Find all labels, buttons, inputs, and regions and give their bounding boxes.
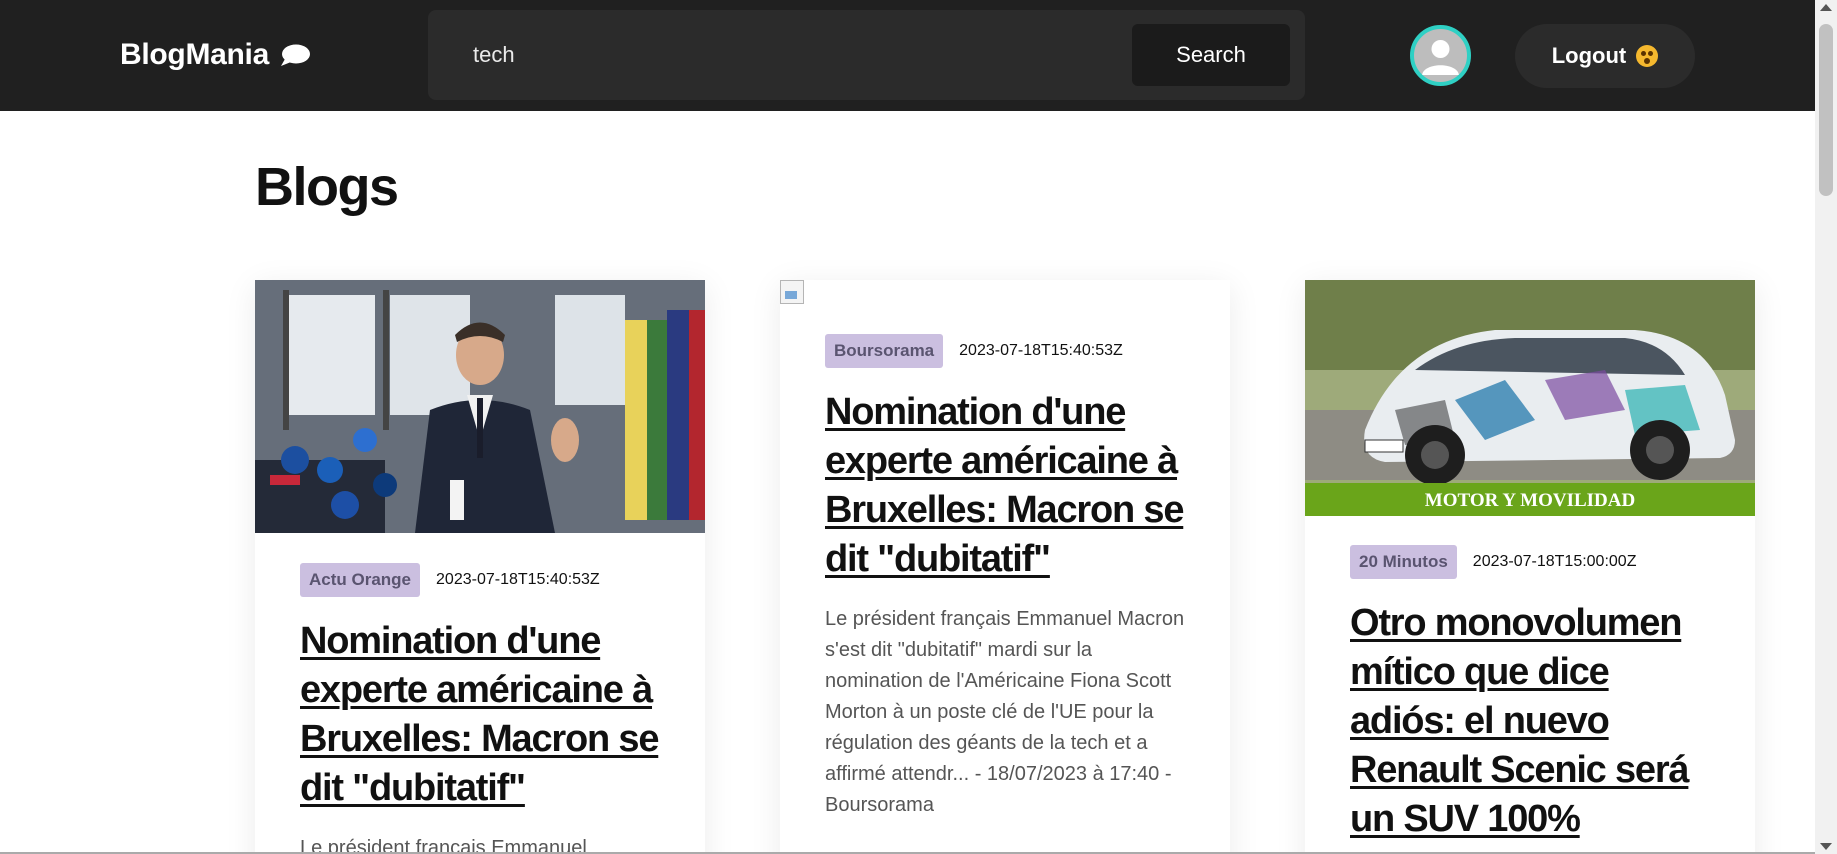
search-bar: Search — [428, 10, 1305, 100]
card-image-electric-suv: MOTOR Y MOVILIDAD — [1305, 280, 1755, 516]
blog-card[interactable]: MOTOR Y MOVILIDAD 20 Minutos 2023-07-18T… — [1305, 280, 1755, 854]
blog-card[interactable]: Actu Orange 2023-07-18T15:40:53Z Nominat… — [255, 280, 705, 854]
source-badge[interactable]: Boursorama — [825, 334, 944, 368]
search-input[interactable] — [428, 10, 1128, 100]
top-navigation-bar: BlogMania Search Logout — [0, 0, 1815, 111]
card-title-link[interactable]: Nomination d'une experte américaine à Br… — [825, 388, 1185, 584]
publish-date: 2023-07-18T15:40:53Z — [436, 571, 600, 588]
card-body: Actu Orange 2023-07-18T15:40:53Z Nominat… — [300, 563, 660, 854]
brand-logo[interactable]: BlogMania — [120, 38, 311, 72]
card-title-link[interactable]: Otro monovolumen mítico que dice adiós: … — [1350, 599, 1710, 854]
source-badge[interactable]: 20 Minutos — [1350, 545, 1457, 579]
card-meta: Actu Orange 2023-07-18T15:40:53Z — [300, 563, 660, 597]
scroll-up-arrow-icon[interactable] — [1820, 4, 1832, 11]
page-title: Blogs — [255, 157, 399, 217]
card-description: Le président français Emmanuel — [300, 837, 587, 854]
logout-label: Logout — [1551, 43, 1627, 68]
flushed-face-emoji-icon — [1636, 45, 1659, 67]
publish-date: 2023-07-18T15:00:00Z — [1472, 553, 1637, 570]
card-image-press-conference — [255, 280, 705, 533]
user-silhouette-icon — [1422, 40, 1459, 75]
source-badge[interactable]: Actu Orange — [300, 563, 421, 597]
card-meta: Boursorama 2023-07-18T15:40:53Z — [825, 334, 1185, 368]
brand-name: BlogMania — [120, 38, 269, 71]
publish-date: 2023-07-18T15:40:53Z — [959, 342, 1123, 359]
blog-card[interactable]: Boursorama 2023-07-18T15:40:53Z Nominati… — [780, 280, 1230, 854]
broken-image-icon — [780, 280, 804, 304]
image-caption-band: MOTOR Y MOVILIDAD — [1425, 490, 1635, 511]
page-scrollbar[interactable] — [1815, 0, 1837, 854]
scrollbar-thumb[interactable] — [1819, 24, 1833, 196]
scroll-down-arrow-icon[interactable] — [1820, 843, 1832, 850]
logout-button[interactable]: Logout — [1515, 24, 1695, 88]
card-body: 20 Minutos 2023-07-18T15:00:00Z Otro mon… — [1350, 545, 1710, 854]
speech-bubble-icon — [280, 44, 310, 66]
search-button[interactable]: Search — [1132, 24, 1290, 86]
card-body: Boursorama 2023-07-18T15:40:53Z Nominati… — [825, 334, 1185, 821]
user-avatar-icon[interactable] — [1410, 25, 1471, 86]
card-meta: 20 Minutos 2023-07-18T15:00:00Z — [1350, 545, 1710, 579]
card-title-link[interactable]: Nomination d'une experte américaine à Br… — [300, 617, 660, 813]
card-description: Le président français Emmanuel Macron s'… — [825, 608, 1185, 816]
